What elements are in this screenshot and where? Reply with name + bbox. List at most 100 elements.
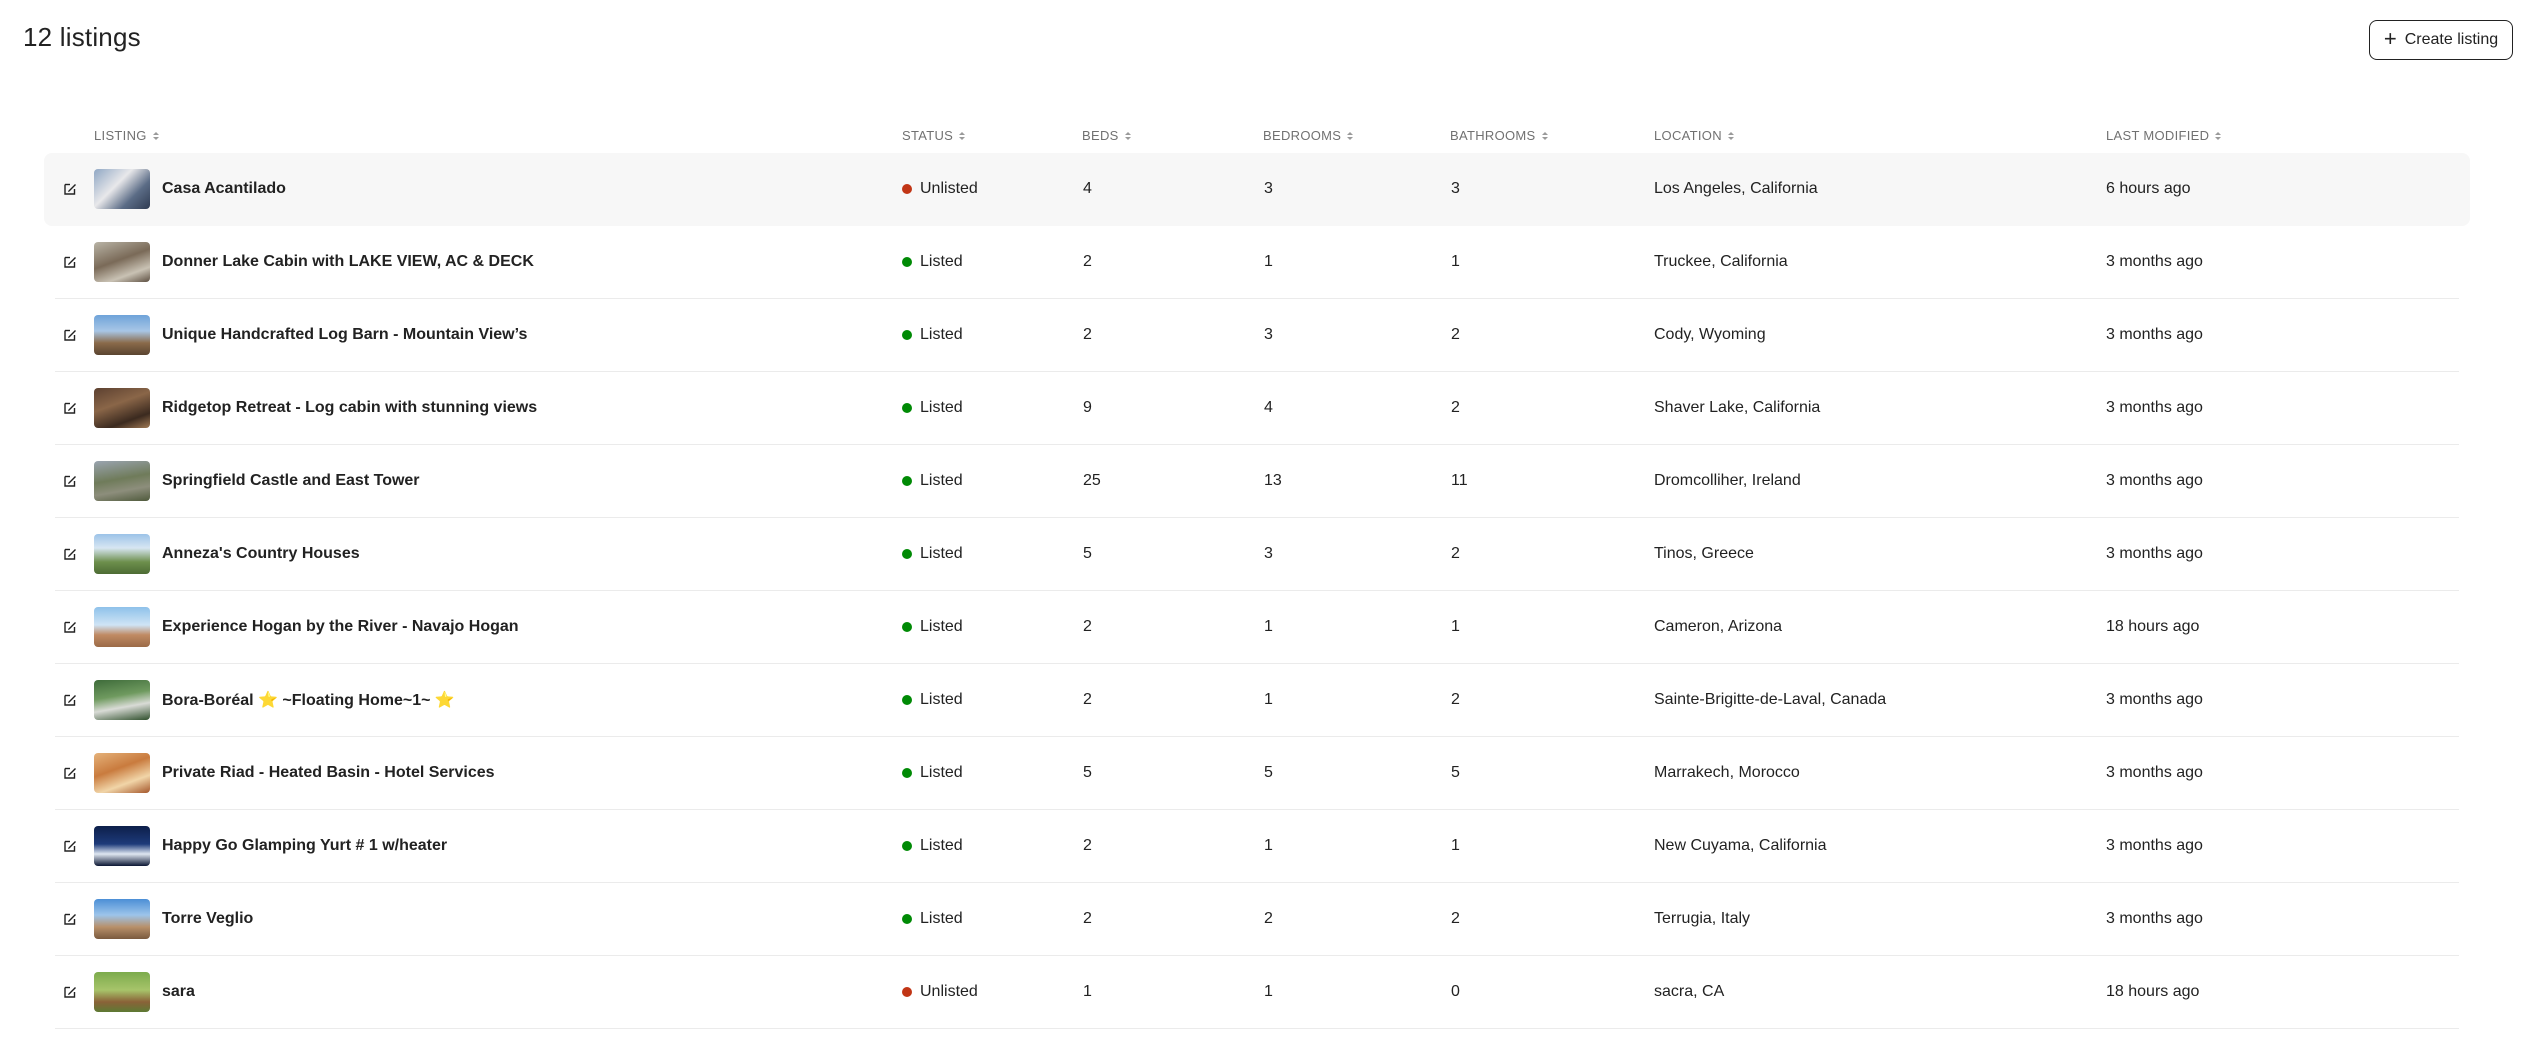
listing-name[interactable]: Experience Hogan by the River - Navajo H… (162, 618, 519, 636)
status-dot (902, 549, 912, 559)
column-header-listing[interactable]: LISTING (94, 128, 159, 143)
listing-name[interactable]: Donner Lake Cabin with LAKE VIEW, AC & D… (162, 253, 534, 271)
status-badge: Listed (902, 591, 963, 663)
listing-name[interactable]: Ridgetop Retreat - Log cabin with stunni… (162, 399, 537, 417)
status-label: Listed (920, 764, 963, 781)
sort-icon (152, 131, 159, 140)
column-label: LAST MODIFIED (2106, 128, 2210, 143)
edit-icon[interactable] (62, 473, 78, 489)
edit-icon[interactable] (62, 838, 78, 854)
listing-thumbnail[interactable] (94, 461, 150, 501)
last-modified-value: 3 months ago (2106, 837, 2203, 854)
table-row[interactable]: Happy Go Glamping Yurt # 1 w/heater List… (55, 810, 2459, 883)
listing-thumbnail[interactable] (94, 753, 150, 793)
status-badge: Listed (902, 226, 963, 298)
column-header-location[interactable]: LOCATION (1654, 128, 1734, 143)
edit-icon[interactable] (62, 327, 78, 343)
sort-icon (2215, 131, 2222, 140)
status-label: Listed (920, 472, 963, 489)
table-row[interactable]: Private Riad - Heated Basin - Hotel Serv… (55, 737, 2459, 810)
table-row[interactable]: Casa Acantilado Unlisted 4 3 3 Los Angel… (44, 153, 2470, 226)
edit-icon[interactable] (62, 765, 78, 781)
beds-value: 9 (1083, 399, 1092, 416)
create-listing-button[interactable]: + Create listing (2369, 20, 2513, 60)
bathrooms-value: 1 (1451, 253, 1460, 270)
listing-name[interactable]: Bora-Boréal ⭐ ~Floating Home~1~ ⭐ (162, 690, 455, 710)
bedrooms-value: 3 (1264, 180, 1273, 197)
listing-thumbnail[interactable] (94, 169, 150, 209)
last-modified-value: 3 months ago (2106, 910, 2203, 927)
edit-icon[interactable] (62, 181, 78, 197)
bedrooms-value: 13 (1264, 472, 1282, 489)
table-row[interactable]: Bora-Boréal ⭐ ~Floating Home~1~ ⭐ Listed… (55, 664, 2459, 737)
column-label: LOCATION (1654, 128, 1722, 143)
edit-icon[interactable] (62, 692, 78, 708)
edit-icon[interactable] (62, 911, 78, 927)
table-row[interactable]: sara Unlisted 1 1 0 sacra, CA 18 hours a… (55, 956, 2459, 1029)
status-label: Listed (920, 837, 963, 854)
edit-icon[interactable] (62, 254, 78, 270)
listing-name[interactable]: Torre Veglio (162, 910, 253, 928)
table-row[interactable]: Unique Handcrafted Log Barn - Mountain V… (55, 299, 2459, 372)
create-listing-label: Create listing (2404, 31, 2499, 48)
status-label: Listed (920, 326, 963, 343)
table-row[interactable]: Springfield Castle and East Tower Listed… (55, 445, 2459, 518)
location-value: sacra, CA (1654, 983, 1725, 1000)
column-header-last-modified[interactable]: LAST MODIFIED (2106, 128, 2222, 143)
edit-icon[interactable] (62, 984, 78, 1000)
column-header-status[interactable]: STATUS (902, 128, 966, 143)
edit-icon[interactable] (62, 619, 78, 635)
status-label: Listed (920, 910, 963, 927)
bathrooms-value: 2 (1451, 545, 1460, 562)
listing-name[interactable]: Springfield Castle and East Tower (162, 472, 420, 490)
column-header-bathrooms[interactable]: BATHROOMS (1450, 128, 1548, 143)
edit-icon[interactable] (62, 400, 78, 416)
location-value: Sainte-Brigitte-de-Laval, Canada (1654, 691, 1887, 708)
listing-name[interactable]: Private Riad - Heated Basin - Hotel Serv… (162, 764, 495, 782)
listing-thumbnail[interactable] (94, 607, 150, 647)
table-row[interactable]: Ridgetop Retreat - Log cabin with stunni… (55, 372, 2459, 445)
table-row[interactable]: Donner Lake Cabin with LAKE VIEW, AC & D… (55, 226, 2459, 299)
listing-thumbnail[interactable] (94, 972, 150, 1012)
status-dot (902, 841, 912, 851)
table-row[interactable]: Anneza's Country Houses Listed 5 3 2 Tin… (55, 518, 2459, 591)
listing-thumbnail[interactable] (94, 242, 150, 282)
status-label: Listed (920, 691, 963, 708)
listing-name[interactable]: Casa Acantilado (162, 180, 286, 198)
status-dot (902, 768, 912, 778)
bedrooms-value: 1 (1264, 983, 1273, 1000)
table-row[interactable]: Experience Hogan by the River - Navajo H… (55, 591, 2459, 664)
last-modified-value: 6 hours ago (2106, 180, 2191, 197)
last-modified-value: 3 months ago (2106, 399, 2203, 416)
listing-name[interactable]: Anneza's Country Houses (162, 545, 360, 563)
table-row[interactable]: Torre Veglio Listed 2 2 2 Terrugia, Ital… (55, 883, 2459, 956)
sort-icon (959, 131, 966, 140)
location-value: Dromcolliher, Ireland (1654, 472, 1801, 489)
column-header-bedrooms[interactable]: BEDROOMS (1263, 128, 1354, 143)
beds-value: 2 (1083, 618, 1092, 635)
status-badge: Listed (902, 883, 963, 955)
beds-value: 2 (1083, 326, 1092, 343)
listing-thumbnail[interactable] (94, 534, 150, 574)
edit-icon[interactable] (62, 546, 78, 562)
listing-thumbnail[interactable] (94, 826, 150, 866)
last-modified-value: 18 hours ago (2106, 618, 2200, 635)
listing-name[interactable]: Happy Go Glamping Yurt # 1 w/heater (162, 837, 447, 855)
listing-thumbnail[interactable] (94, 899, 150, 939)
column-label: LISTING (94, 128, 147, 143)
status-dot (902, 622, 912, 632)
listing-thumbnail[interactable] (94, 680, 150, 720)
listing-name[interactable]: sara (162, 983, 195, 1001)
column-header-beds[interactable]: BEDS (1082, 128, 1131, 143)
status-badge: Listed (902, 372, 963, 444)
listing-name[interactable]: Unique Handcrafted Log Barn - Mountain V… (162, 326, 527, 344)
last-modified-value: 3 months ago (2106, 691, 2203, 708)
status-label: Unlisted (920, 180, 978, 197)
bathrooms-value: 2 (1451, 910, 1460, 927)
bathrooms-value: 1 (1451, 618, 1460, 635)
listing-thumbnail[interactable] (94, 388, 150, 428)
listing-thumbnail[interactable] (94, 315, 150, 355)
status-dot (902, 987, 912, 997)
sort-icon (1347, 131, 1354, 140)
status-badge: Listed (902, 810, 963, 882)
